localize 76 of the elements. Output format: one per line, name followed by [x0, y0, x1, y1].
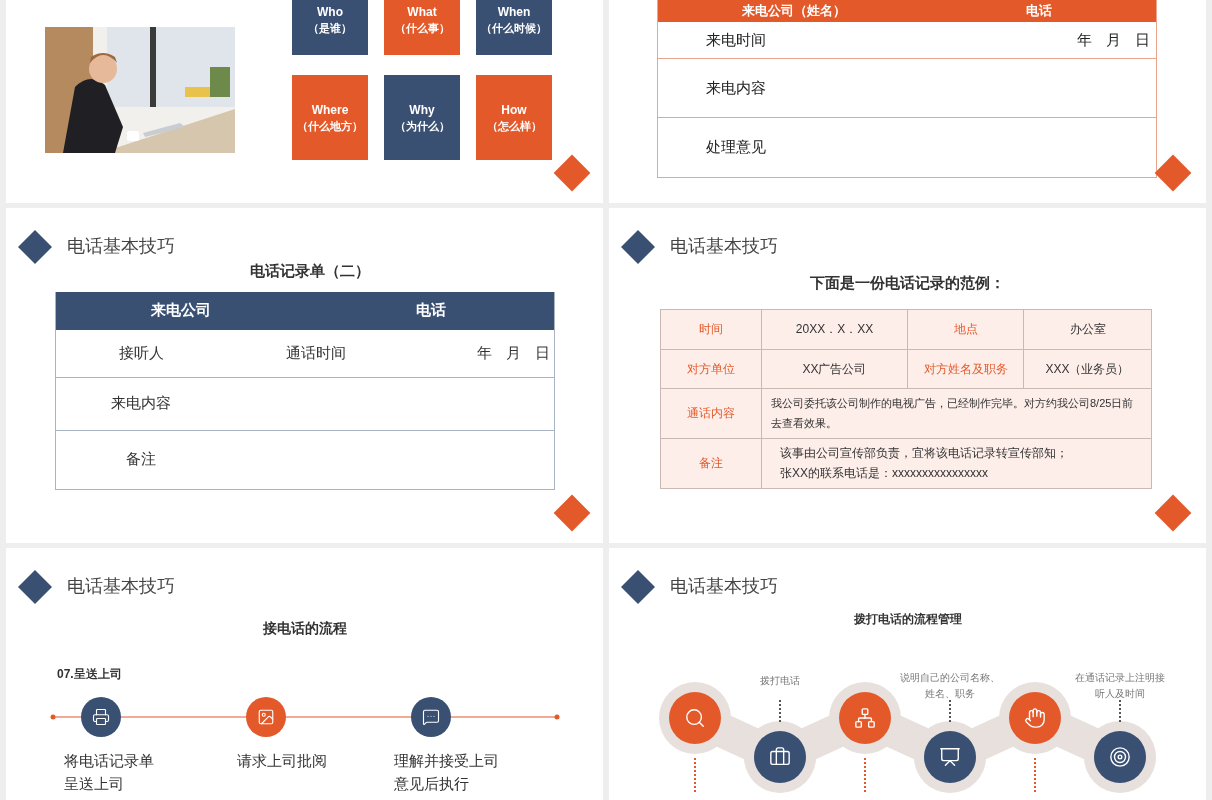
tile-caption: （是谁） — [308, 21, 352, 36]
tile-label: Why — [409, 101, 435, 118]
row-label: 来电内容 — [706, 77, 766, 98]
tile-caption: （什么地方） — [297, 118, 363, 134]
chat-bubble-icon — [422, 708, 440, 726]
hierarchy-icon — [854, 707, 876, 729]
column-heading: 来电公司（姓名） — [742, 2, 846, 21]
tile-label: Who — [317, 4, 343, 20]
date-unit: 年 — [477, 342, 492, 363]
column-heading: 电话 — [416, 300, 446, 321]
dotted-connector — [949, 700, 951, 722]
field-label-cell: 通话内容 — [661, 387, 761, 438]
step-text: 理解并接受上司 — [394, 751, 499, 771]
tile-label: What — [407, 4, 437, 20]
section-heading: 接电话的流程 — [262, 619, 347, 638]
field-label-cell: 地点 — [907, 309, 1023, 349]
dotted-connector — [1034, 758, 1036, 792]
search-icon — [684, 707, 706, 729]
row-label: 来电内容 — [111, 393, 171, 414]
table-title: 下面是一份电话记录的范例： — [810, 273, 1005, 293]
tile-label: When — [497, 4, 531, 20]
section-heading: 拨打电话的流程管理 — [853, 611, 962, 628]
dotted-connector — [864, 758, 866, 792]
briefcase-icon — [769, 746, 791, 768]
row-label: 通话时间 — [286, 342, 346, 363]
row-label: 来电时间 — [706, 29, 766, 50]
date-unit: 年 — [1077, 29, 1092, 50]
table-title: 电话记录单（二） — [249, 261, 370, 281]
tile-label: Where — [311, 101, 349, 118]
step-caption: 听人及时间 — [1095, 687, 1145, 701]
field-label-cell: 对方姓名及职务 — [907, 348, 1023, 388]
tile-caption: （怎么样） — [486, 118, 542, 134]
slide-title: 电话基本技巧 — [67, 575, 175, 598]
tile-caption: （什么事） — [394, 21, 450, 36]
field-value-cell: 20XX．X．XX — [761, 309, 907, 349]
step-text: 意见后执行 — [394, 774, 469, 794]
dotted-connector — [779, 700, 781, 722]
tile-caption: （什么时候） — [481, 21, 547, 36]
step-caption: 在通话记录上注明接 — [1075, 671, 1165, 685]
slide-title: 电话基本技巧 — [67, 235, 175, 258]
step-text: 请求上司批阅 — [237, 751, 327, 771]
column-heading: 电话 — [1025, 2, 1052, 21]
field-value-cell: 办公室 — [1023, 309, 1151, 349]
date-unit: 月 — [1106, 29, 1121, 50]
date-unit: 日 — [535, 342, 550, 363]
image-icon — [257, 708, 275, 726]
field-value-cell: XX广告公司 — [761, 348, 907, 388]
dotted-connector — [1119, 700, 1121, 722]
step-title: 07.呈送上司 — [57, 666, 123, 683]
row-label: 接听人 — [118, 342, 164, 363]
step-caption: 拨打电话 — [760, 674, 800, 688]
field-label-cell: 对方单位 — [661, 348, 761, 388]
column-heading: 来电公司 — [151, 300, 211, 321]
presentation-board-icon — [939, 746, 961, 768]
tile-caption: （为什么） — [394, 118, 450, 134]
date-unit: 月 — [506, 342, 521, 363]
printer-icon — [92, 708, 110, 726]
tile-label: How — [501, 101, 527, 118]
field-label-cell-text: 时间 — [698, 321, 724, 338]
step-caption: 姓名、职务 — [925, 687, 975, 701]
step-text: 将电话记录单 — [64, 751, 154, 771]
hand-icon — [1024, 707, 1046, 729]
note-line: 该事由公司宣传部负责，宜将该电话记录转宣传部知； — [780, 445, 1068, 462]
field-value-cell: XXX（业务员） — [1023, 348, 1151, 388]
slide-title: 电话基本技巧 — [670, 575, 778, 598]
step-caption: 说明自己的公司名称、 — [900, 671, 1000, 685]
row-label: 处理意见 — [706, 137, 766, 158]
row-label: 备注 — [126, 449, 156, 470]
note-line: 张XX的联系电话是：xxxxxxxxxxxxxxxx — [780, 465, 989, 482]
target-icon — [1109, 746, 1131, 768]
field-value-cell: 我公司委托该公司制作的电视广告，已经制作完毕。对方约我公司8/25日前去查看效果。 — [761, 387, 1151, 438]
field-label-cell: 备注 — [661, 437, 761, 488]
dotted-connector — [694, 758, 696, 792]
date-unit: 日 — [1135, 29, 1150, 50]
slide-title: 电话基本技巧 — [670, 235, 778, 258]
step-text: 呈送上司 — [64, 774, 124, 794]
